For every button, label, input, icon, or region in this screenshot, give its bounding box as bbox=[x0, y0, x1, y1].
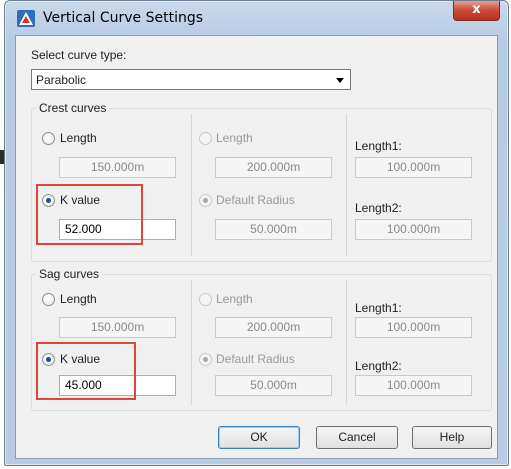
divider bbox=[346, 114, 347, 256]
sag-length1-field[interactable]: 100.000m bbox=[355, 317, 472, 338]
sag-length1-label: Length1: bbox=[355, 301, 402, 315]
sag-default-radius-label: Default Radius bbox=[216, 352, 295, 366]
crest-mid-length-radio[interactable] bbox=[199, 132, 212, 145]
crest-k-value-highlight bbox=[36, 184, 143, 245]
sag-k-value-highlight bbox=[36, 342, 136, 400]
sag-length2-label: Length2: bbox=[355, 359, 402, 373]
sag-default-radius-field[interactable]: 50.000m bbox=[215, 375, 332, 396]
sag-length-label: Length bbox=[60, 292, 97, 306]
crest-mid-length-field[interactable]: 200.000m bbox=[215, 157, 332, 178]
sag-mid-length-field[interactable]: 200.000m bbox=[215, 317, 332, 338]
cancel-button[interactable]: Cancel bbox=[316, 426, 398, 449]
crest-mid-length-label: Length bbox=[216, 131, 253, 145]
divider bbox=[346, 280, 347, 405]
crest-default-radius-label: Default Radius bbox=[216, 193, 295, 207]
sag-length-radio[interactable] bbox=[42, 293, 55, 306]
curve-type-value: Parabolic bbox=[36, 73, 87, 87]
crest-length-label: Length bbox=[60, 131, 97, 145]
app-logo-icon bbox=[17, 10, 35, 27]
title-bar[interactable]: Vertical Curve Settings x bbox=[5, 1, 508, 35]
divider bbox=[191, 114, 192, 256]
crest-length2-label: Length2: bbox=[355, 201, 402, 215]
window-title: Vertical Curve Settings bbox=[43, 10, 204, 26]
help-button[interactable]: Help bbox=[412, 426, 492, 449]
crest-length-radio[interactable] bbox=[42, 132, 55, 145]
crest-length1-label: Length1: bbox=[355, 139, 402, 153]
divider bbox=[191, 280, 192, 405]
crest-length1-field[interactable]: 100.000m bbox=[355, 157, 472, 178]
sag-length-field[interactable]: 150.000m bbox=[59, 317, 176, 338]
close-button[interactable]: x bbox=[453, 1, 500, 21]
sag-mid-length-radio[interactable] bbox=[199, 293, 212, 306]
crest-default-radius-radio[interactable] bbox=[199, 194, 212, 207]
crest-length2-field[interactable]: 100.000m bbox=[355, 219, 472, 240]
crest-length-field[interactable]: 150.000m bbox=[59, 157, 176, 178]
chevron-down-icon bbox=[336, 78, 344, 83]
sag-default-radius-radio[interactable] bbox=[199, 353, 212, 366]
curve-type-label: Select curve type: bbox=[31, 48, 127, 62]
ok-button[interactable]: OK bbox=[218, 426, 300, 449]
close-icon: x bbox=[472, 2, 481, 17]
dialog-body: Select curve type: Parabolic Crest curve… bbox=[15, 35, 498, 459]
dialog-window: Vertical Curve Settings x Select curve t… bbox=[4, 0, 509, 466]
sag-length2-field[interactable]: 100.000m bbox=[355, 375, 472, 396]
sag-curves-title: Sag curves bbox=[36, 267, 103, 281]
crest-curves-title: Crest curves bbox=[36, 101, 110, 115]
sag-mid-length-label: Length bbox=[216, 292, 253, 306]
crest-default-radius-field[interactable]: 50.000m bbox=[215, 219, 332, 240]
curve-type-select[interactable]: Parabolic bbox=[31, 69, 351, 90]
